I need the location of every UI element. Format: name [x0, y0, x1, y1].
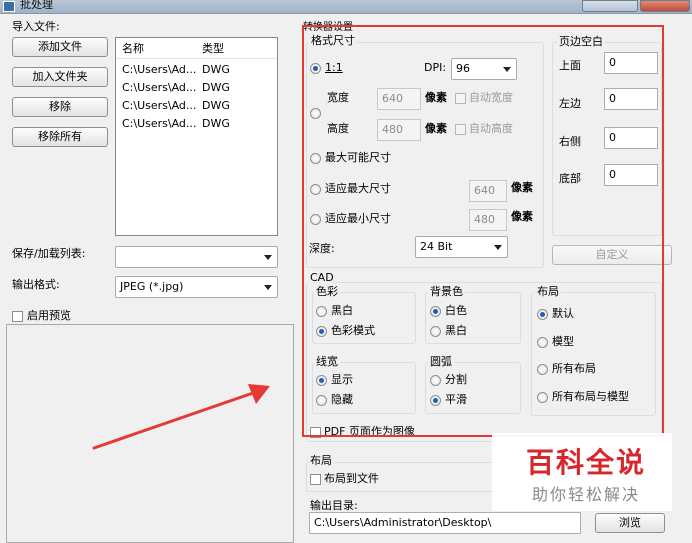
file-type: DWG — [202, 81, 230, 94]
enable-preview-label: 启用预览 — [27, 309, 71, 322]
column-header-name[interactable]: 名称 — [122, 42, 144, 56]
file-name: C:\Users\Ad... — [122, 117, 197, 130]
table-row[interactable]: C:\Users\Ad... DWG — [116, 98, 277, 116]
layout-to-file-checkbox[interactable] — [310, 474, 321, 485]
add-folder-button[interactable]: 加入文件夹 — [12, 67, 108, 87]
file-type: DWG — [202, 63, 230, 76]
import-files-label: 导入文件: — [12, 20, 60, 33]
window-title: 批处理 — [20, 0, 53, 11]
output-format-label: 输出格式: — [12, 278, 60, 291]
column-header-type[interactable]: 类型 — [202, 42, 224, 56]
chevron-down-icon — [264, 285, 272, 290]
close-button[interactable] — [640, 0, 690, 12]
layout-file-group-label: 布局 — [308, 454, 334, 467]
output-dir-label: 输出目录: — [310, 499, 358, 512]
file-name: C:\Users\Ad... — [122, 99, 197, 112]
file-name: C:\Users\Ad... — [122, 81, 197, 94]
watermark-logo: 百科全说 助你轻松解决 — [492, 433, 672, 511]
remove-button[interactable]: 移除 — [12, 97, 108, 117]
table-row[interactable]: C:\Users\Ad... DWG — [116, 80, 277, 98]
browse-button[interactable]: 浏览 — [595, 513, 665, 533]
watermark-subtitle: 助你轻松解决 — [531, 485, 640, 504]
save-load-list-label: 保存/加载列表: — [12, 247, 86, 260]
chevron-down-icon — [264, 255, 272, 260]
add-file-button[interactable]: 添加文件 — [12, 37, 108, 57]
enable-preview-checkbox[interactable] — [12, 311, 23, 322]
minimize-button[interactable] — [582, 0, 638, 12]
remove-all-button[interactable]: 移除所有 — [12, 127, 108, 147]
table-row[interactable]: C:\Users\Ad... DWG — [116, 62, 277, 80]
file-name: C:\Users\Ad... — [122, 63, 197, 76]
file-type: DWG — [202, 99, 230, 112]
layout-to-file-label: 布局到文件 — [324, 472, 379, 485]
file-list[interactable]: 名称 类型 C:\Users\Ad... DWG C:\Users\Ad... … — [115, 37, 278, 236]
red-arrow-annotation — [92, 384, 270, 450]
highlight-annotation-box — [302, 25, 664, 437]
watermark-title: 百科全说 — [525, 446, 646, 479]
app-icon — [3, 1, 15, 12]
file-type: DWG — [202, 117, 230, 130]
output-format-select[interactable]: JPEG (*.jpg) — [115, 276, 278, 298]
output-format-value: JPEG (*.jpg) — [120, 280, 184, 293]
table-row[interactable]: C:\Users\Ad... DWG — [116, 116, 277, 134]
header-divider — [116, 58, 277, 59]
save-load-list-select[interactable] — [115, 246, 278, 268]
output-dir-input[interactable]: C:\Users\Administrator\Desktop\ — [309, 512, 581, 534]
